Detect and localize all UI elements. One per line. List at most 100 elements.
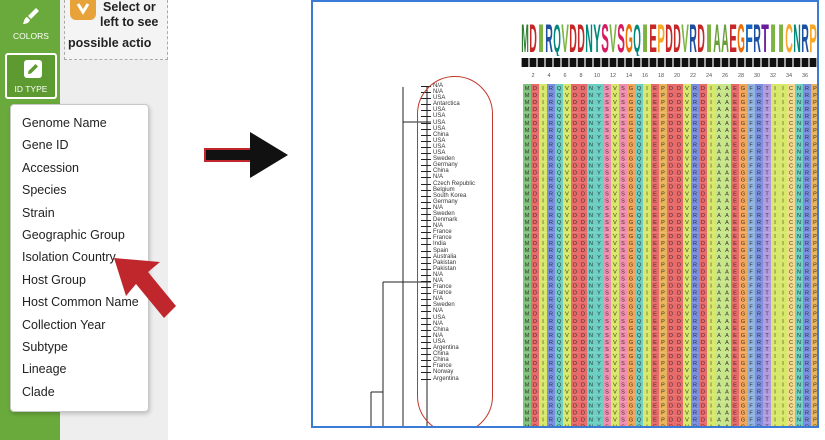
alignment-residue: R (549, 340, 553, 346)
alignment-residue: M (525, 220, 530, 226)
menu-item-clade[interactable]: Clade (22, 385, 55, 399)
alignment-residue: V (565, 86, 569, 92)
alignment-residue: C (789, 128, 793, 134)
menu-item-host-group[interactable]: Host Group (22, 273, 86, 287)
alignment-residue: Q (557, 319, 562, 325)
alignment-residue: G (741, 241, 745, 247)
alignment-residue: N (797, 156, 801, 162)
alignment-residue: N (797, 298, 801, 304)
alignment-residue: R (757, 333, 761, 339)
alignment-residue: E (653, 319, 657, 325)
alignment-residue: Y (597, 234, 601, 240)
menu-item-collection-year[interactable]: Collection Year (22, 318, 105, 332)
alignment-residue: V (565, 404, 569, 410)
alignment-residue: V (613, 319, 617, 325)
alignment-residue: C (789, 255, 793, 261)
alignment-residue: S (621, 93, 625, 99)
alignment-residue: V (613, 333, 617, 339)
alignment-residue: D (677, 199, 681, 205)
alignment-residue: D (533, 163, 537, 169)
alignment-residue: D (581, 262, 585, 268)
alignment-residue: P (661, 149, 665, 155)
alignment-residue: D (573, 298, 577, 304)
ruler-tick-label: 30 (754, 73, 760, 79)
alignment-residue: Q (637, 312, 642, 318)
id-type-button[interactable]: ID TYPE (5, 53, 57, 99)
alignment-residue: V (685, 192, 689, 198)
alignment-residue: E (733, 135, 737, 141)
alignment-residue: D (581, 234, 585, 240)
alignment-residue: D (669, 411, 673, 417)
alignment-residue: D (533, 206, 537, 212)
alignment-residue: Q (557, 121, 562, 127)
alignment-residue: N (797, 382, 801, 388)
alignment-residue: V (613, 100, 617, 106)
alignment-residue: P (813, 135, 817, 141)
menu-item-gene-id[interactable]: Gene ID (22, 138, 69, 152)
ruler-tick-label: 12 (610, 73, 616, 79)
alignment-residue: E (733, 86, 737, 92)
menu-item-subtype[interactable]: Subtype (22, 340, 68, 354)
ruler-tick (545, 58, 553, 67)
alignment-residue: D (701, 199, 705, 205)
alignment-residue: V (685, 354, 689, 360)
alignment-residue: A (725, 291, 729, 297)
alignment-residue: D (677, 220, 681, 226)
alignment-residue: D (677, 276, 681, 282)
alignment-residue: G (741, 425, 745, 428)
alignment-residue: Y (597, 100, 601, 106)
menu-item-accession[interactable]: Accession (22, 161, 79, 175)
alignment-residue: D (573, 411, 577, 417)
menu-item-species[interactable]: Species (22, 183, 66, 197)
alignment-residue: N (589, 178, 593, 184)
alignment-residue: M (525, 156, 530, 162)
alignment-residue: Q (557, 411, 562, 417)
alignment-residue: D (701, 389, 705, 395)
alignment-residue: Q (637, 93, 642, 99)
alignment-residue: D (701, 86, 705, 92)
alignment-residue: G (629, 347, 633, 353)
alignment-residue: E (733, 411, 737, 417)
alignment-residue: R (757, 283, 761, 289)
ruler-tick (601, 58, 609, 67)
alignment-residue: V (685, 276, 689, 282)
ruler-tick (785, 58, 793, 67)
alignment-residue: Y (597, 404, 601, 410)
alignment-residue: C (789, 425, 793, 428)
ruler-tick (681, 58, 689, 67)
alignment-residue: E (653, 326, 657, 332)
alignment-residue: Q (637, 340, 642, 346)
menu-item-strain[interactable]: Strain (22, 206, 55, 220)
alignment-residue: R (805, 185, 809, 191)
alignment-residue: E (653, 192, 657, 198)
alignment-residue: S (621, 269, 625, 275)
alignment-residue: V (565, 340, 569, 346)
menu-item-lineage[interactable]: Lineage (22, 362, 67, 376)
alignment-residue: A (725, 185, 729, 191)
alignment-residue: A (725, 269, 729, 275)
alignment-residue: V (565, 375, 569, 381)
alignment-residue: Y (597, 319, 601, 325)
alignment-residue: A (725, 382, 729, 388)
alignment-residue: D (581, 163, 585, 169)
menu-item-geographic-group[interactable]: Geographic Group (22, 228, 125, 242)
alignment-residue: Q (557, 234, 562, 240)
alignment-residue: S (605, 135, 609, 141)
alignment-residue: R (693, 121, 697, 127)
alignment-residue: Y (597, 178, 601, 184)
alignment-residue: P (661, 156, 665, 162)
alignment-residue: D (573, 170, 577, 176)
alignment-residue: S (605, 100, 609, 106)
alignment-residue: V (613, 404, 617, 410)
alignment-residue: R (757, 262, 761, 268)
alignment-residue: V (613, 396, 617, 402)
menu-item-genome-name[interactable]: Genome Name (22, 116, 107, 130)
alignment-residue: V (685, 340, 689, 346)
alignment-residue: Y (597, 128, 601, 134)
alignment-residue: D (533, 418, 537, 424)
alignment-residue: E (653, 269, 657, 275)
alignment-residue: V (613, 262, 617, 268)
alignment-residue: D (669, 156, 673, 162)
colors-button[interactable]: COLORS (5, 2, 57, 48)
alignment-residue: D (677, 170, 681, 176)
